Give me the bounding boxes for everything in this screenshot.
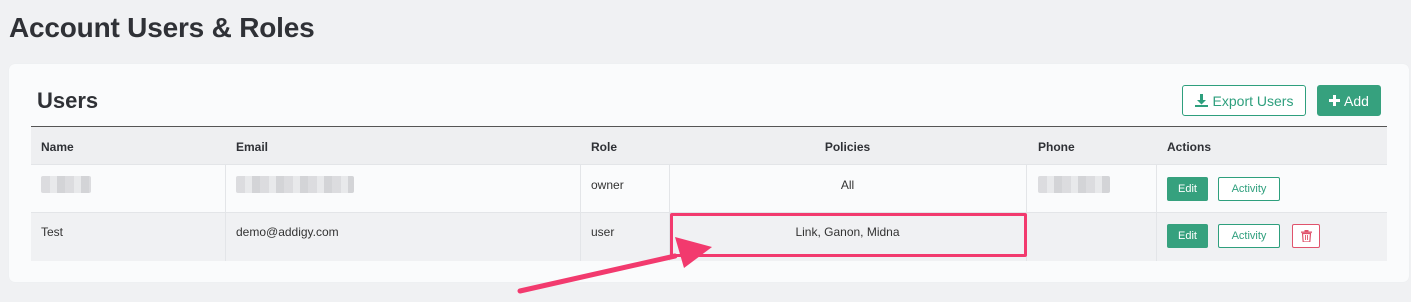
user-policies-cell: Link, Ganon, Midna — [795, 225, 900, 239]
column-header-email: Email — [236, 140, 269, 154]
user-phone-cell — [1026, 165, 1156, 212]
user-name-cell — [31, 165, 225, 212]
column-header-role: Role — [591, 140, 618, 154]
column-header-policies: Policies — [824, 140, 871, 154]
user-policies-cell: All — [840, 178, 855, 192]
activity-button[interactable]: Activity — [1218, 177, 1280, 201]
table-header-row: Name Email Role Policies Phone Actions — [31, 127, 1387, 165]
page-title: Account Users & Roles — [9, 12, 315, 43]
users-card: Users Export Users Add Name Email Role P… — [9, 64, 1409, 282]
user-role-cell: owner — [591, 178, 624, 192]
add-user-button[interactable]: Add — [1317, 85, 1381, 116]
column-header-actions: Actions — [1167, 140, 1212, 154]
export-users-label: Export Users — [1212, 92, 1294, 109]
table-row: owner All Edit Activity — [31, 165, 1387, 213]
column-header-name: Name — [41, 140, 74, 154]
user-name-cell: Test — [41, 225, 64, 239]
redacted-phone — [1038, 176, 1110, 193]
table-row: Test demo@addigy.com user Link, Ganon, M… — [31, 213, 1387, 261]
user-email-cell — [225, 165, 580, 212]
redacted-email — [236, 176, 354, 193]
edit-button[interactable]: Edit — [1167, 177, 1208, 201]
user-role-cell: user — [591, 225, 615, 239]
user-actions-cell: Edit Activity — [1156, 165, 1387, 212]
export-users-button[interactable]: Export Users — [1182, 85, 1306, 116]
users-heading: Users — [37, 88, 99, 113]
delete-user-button[interactable] — [1292, 224, 1320, 248]
plus-icon — [1329, 95, 1341, 106]
add-user-label: Add — [1344, 92, 1369, 109]
download-icon — [1194, 94, 1208, 107]
edit-button[interactable]: Edit — [1167, 224, 1208, 248]
activity-button[interactable]: Activity — [1218, 224, 1280, 248]
user-actions-cell: Edit Activity — [1156, 213, 1387, 261]
user-email-cell: demo@addigy.com — [236, 225, 339, 239]
user-phone-cell — [1026, 213, 1156, 261]
redacted-name — [41, 176, 91, 193]
column-header-phone: Phone — [1038, 140, 1075, 154]
trash-icon — [1300, 230, 1312, 242]
users-table: Name Email Role Policies Phone Actions o… — [31, 126, 1387, 261]
